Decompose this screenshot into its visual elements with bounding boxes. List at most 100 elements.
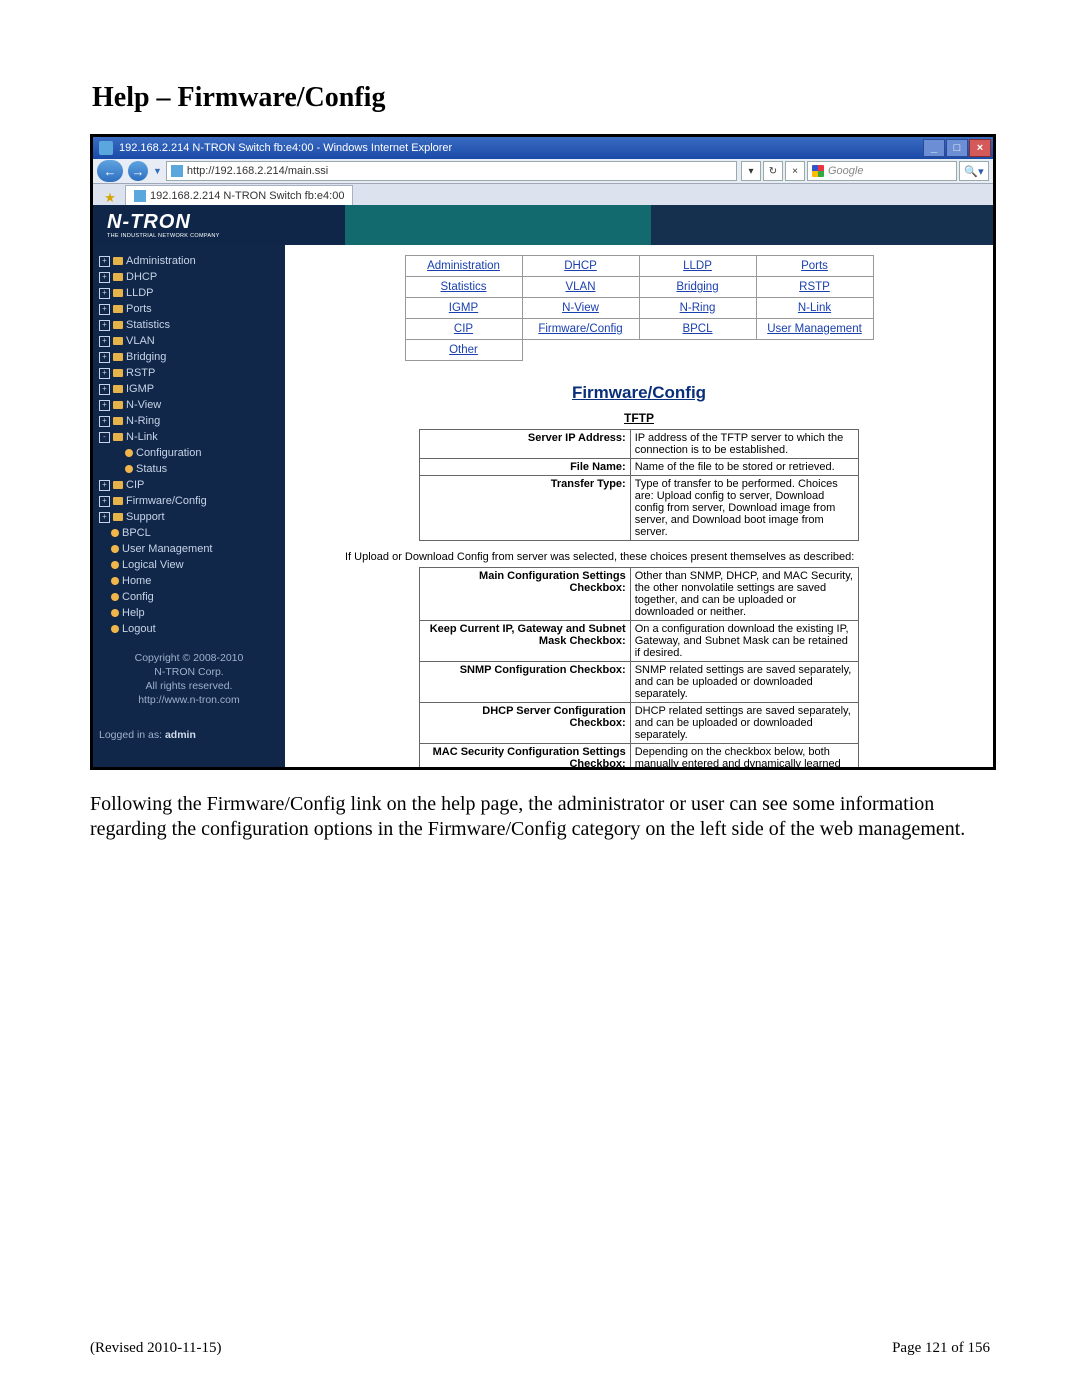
folder-icon	[113, 433, 123, 441]
help-link[interactable]: Statistics	[405, 277, 522, 298]
google-icon	[812, 165, 824, 177]
sidebar-item[interactable]: +VLAN	[99, 333, 279, 349]
page-icon	[111, 577, 119, 585]
expand-icon[interactable]: +	[99, 480, 110, 491]
folder-icon	[113, 289, 123, 297]
page-icon	[171, 165, 183, 177]
expand-icon[interactable]: +	[99, 336, 110, 347]
expand-icon[interactable]: +	[99, 512, 110, 523]
help-link[interactable]: User Management	[756, 319, 873, 340]
help-link[interactable]: N-Ring	[639, 298, 756, 319]
screenshot: 192.168.2.214 N-TRON Switch fb:e4:00 - W…	[90, 134, 996, 770]
sidebar-item[interactable]: User Management	[99, 541, 279, 557]
expand-icon[interactable]: -	[99, 432, 110, 443]
sidebar-item[interactable]: +LLDP	[99, 285, 279, 301]
maximize-button[interactable]: □	[946, 139, 968, 157]
url-input[interactable]: http://192.168.2.214/main.ssi	[166, 161, 737, 181]
sidebar-item[interactable]: +Ports	[99, 301, 279, 317]
minimize-button[interactable]: _	[923, 139, 945, 157]
expand-icon[interactable]: +	[99, 400, 110, 411]
help-link[interactable]: Bridging	[639, 277, 756, 298]
help-link[interactable]: LLDP	[639, 256, 756, 277]
sidebar-item[interactable]: + RSTP	[99, 365, 279, 381]
choices-note: If Upload or Download Config from server…	[345, 551, 933, 563]
ntron-link[interactable]: http://www.n-tron.com	[138, 694, 240, 706]
sidebar-item[interactable]: + Bridging	[99, 349, 279, 365]
expand-icon[interactable]: +	[99, 320, 110, 331]
sidebar-item-label: Configuration	[136, 445, 201, 461]
help-link[interactable]: VLAN	[522, 277, 639, 298]
stop-button[interactable]: ×	[785, 161, 805, 181]
help-link[interactable]: DHCP	[522, 256, 639, 277]
sidebar-item-label: Bridging	[126, 349, 166, 365]
page-title: Help – Firmware/Config	[92, 82, 990, 114]
sidebar-item-label: DHCP	[126, 269, 157, 285]
folder-icon	[113, 321, 123, 329]
sidebar-item[interactable]: +CIP	[99, 477, 279, 493]
sidebar-item[interactable]: Config	[99, 589, 279, 605]
search-go-button[interactable]: 🔍▾	[959, 161, 989, 181]
sidebar-item[interactable]: Logical View	[99, 557, 279, 573]
compat-button[interactable]: ▾	[741, 161, 761, 181]
ie-icon	[99, 141, 113, 155]
help-link[interactable]: Administration	[405, 256, 522, 277]
expand-icon[interactable]: +	[99, 416, 110, 427]
field-label: SNMP Configuration Checkbox:	[420, 662, 631, 703]
sidebar-item[interactable]: + DHCP	[99, 269, 279, 285]
expand-icon[interactable]: +	[99, 384, 110, 395]
sidebar-item[interactable]: Home	[99, 573, 279, 589]
field-desc: SNMP related settings are saved separate…	[630, 662, 858, 703]
help-link[interactable]: Ports	[756, 256, 873, 277]
close-button[interactable]: ×	[969, 139, 991, 157]
help-link[interactable]: IGMP	[405, 298, 522, 319]
page-icon	[125, 465, 133, 473]
dropdown-icon[interactable]: ▼	[153, 166, 162, 176]
sidebar-item[interactable]: +Statistics	[99, 317, 279, 333]
sidebar-item[interactable]: Status	[99, 461, 279, 477]
sidebar-item[interactable]: +Administration	[99, 253, 279, 269]
help-link[interactable]: N-View	[522, 298, 639, 319]
forward-button[interactable]: →	[128, 161, 148, 181]
sidebar-item[interactable]: +N-Ring	[99, 413, 279, 429]
sidebar-item[interactable]: Help	[99, 605, 279, 621]
sidebar-item[interactable]: + Support	[99, 509, 279, 525]
back-button[interactable]: ←	[97, 160, 123, 182]
page-icon	[111, 529, 119, 537]
help-link[interactable]: BPCL	[639, 319, 756, 340]
help-link[interactable]: N-Link	[756, 298, 873, 319]
field-desc: IP address of the TFTP server to which t…	[630, 430, 858, 459]
sidebar-item-label: RSTP	[126, 365, 155, 381]
expand-icon[interactable]: +	[99, 256, 110, 267]
sidebar-item-label: N-Link	[126, 429, 158, 445]
sidebar-item[interactable]: +N-View	[99, 397, 279, 413]
browser-tab[interactable]: 192.168.2.214 N-TRON Switch fb:e4:00	[125, 185, 353, 206]
tab-bar: ★ 192.168.2.214 N-TRON Switch fb:e4:00	[93, 184, 993, 207]
refresh-button[interactable]: ↻	[763, 161, 783, 181]
expand-icon[interactable]: +	[99, 368, 110, 379]
help-link[interactable]: CIP	[405, 319, 522, 340]
expand-icon[interactable]: +	[99, 288, 110, 299]
folder-icon	[113, 401, 123, 409]
sidebar-item[interactable]: +IGMP	[99, 381, 279, 397]
sidebar-item-label: Status	[136, 461, 167, 477]
expand-icon[interactable]: +	[99, 496, 110, 507]
sidebar-item-label: Support	[126, 509, 165, 525]
page-icon	[111, 561, 119, 569]
expand-icon[interactable]: +	[99, 352, 110, 363]
page-icon	[134, 190, 146, 202]
sidebar-item[interactable]: + Firmware/Config	[99, 493, 279, 509]
favorites-icon[interactable]: ★	[99, 190, 121, 206]
sidebar-item[interactable]: - N-Link	[99, 429, 279, 445]
help-link[interactable]: RSTP	[756, 277, 873, 298]
page-footer: (Revised 2010-11-15) Page 121 of 156	[90, 1340, 990, 1357]
sidebar-item[interactable]: Configuration	[99, 445, 279, 461]
sidebar-item-label: Firmware/Config	[126, 493, 207, 509]
tftp-table: Server IP Address:IP address of the TFTP…	[419, 429, 859, 541]
expand-icon[interactable]: +	[99, 304, 110, 315]
sidebar-item[interactable]: Logout	[99, 621, 279, 637]
expand-icon[interactable]: +	[99, 272, 110, 283]
sidebar-item[interactable]: BPCL	[99, 525, 279, 541]
help-link[interactable]: Other	[405, 340, 522, 361]
help-link[interactable]: Firmware/Config	[522, 319, 639, 340]
search-box[interactable]: Google	[807, 161, 957, 181]
